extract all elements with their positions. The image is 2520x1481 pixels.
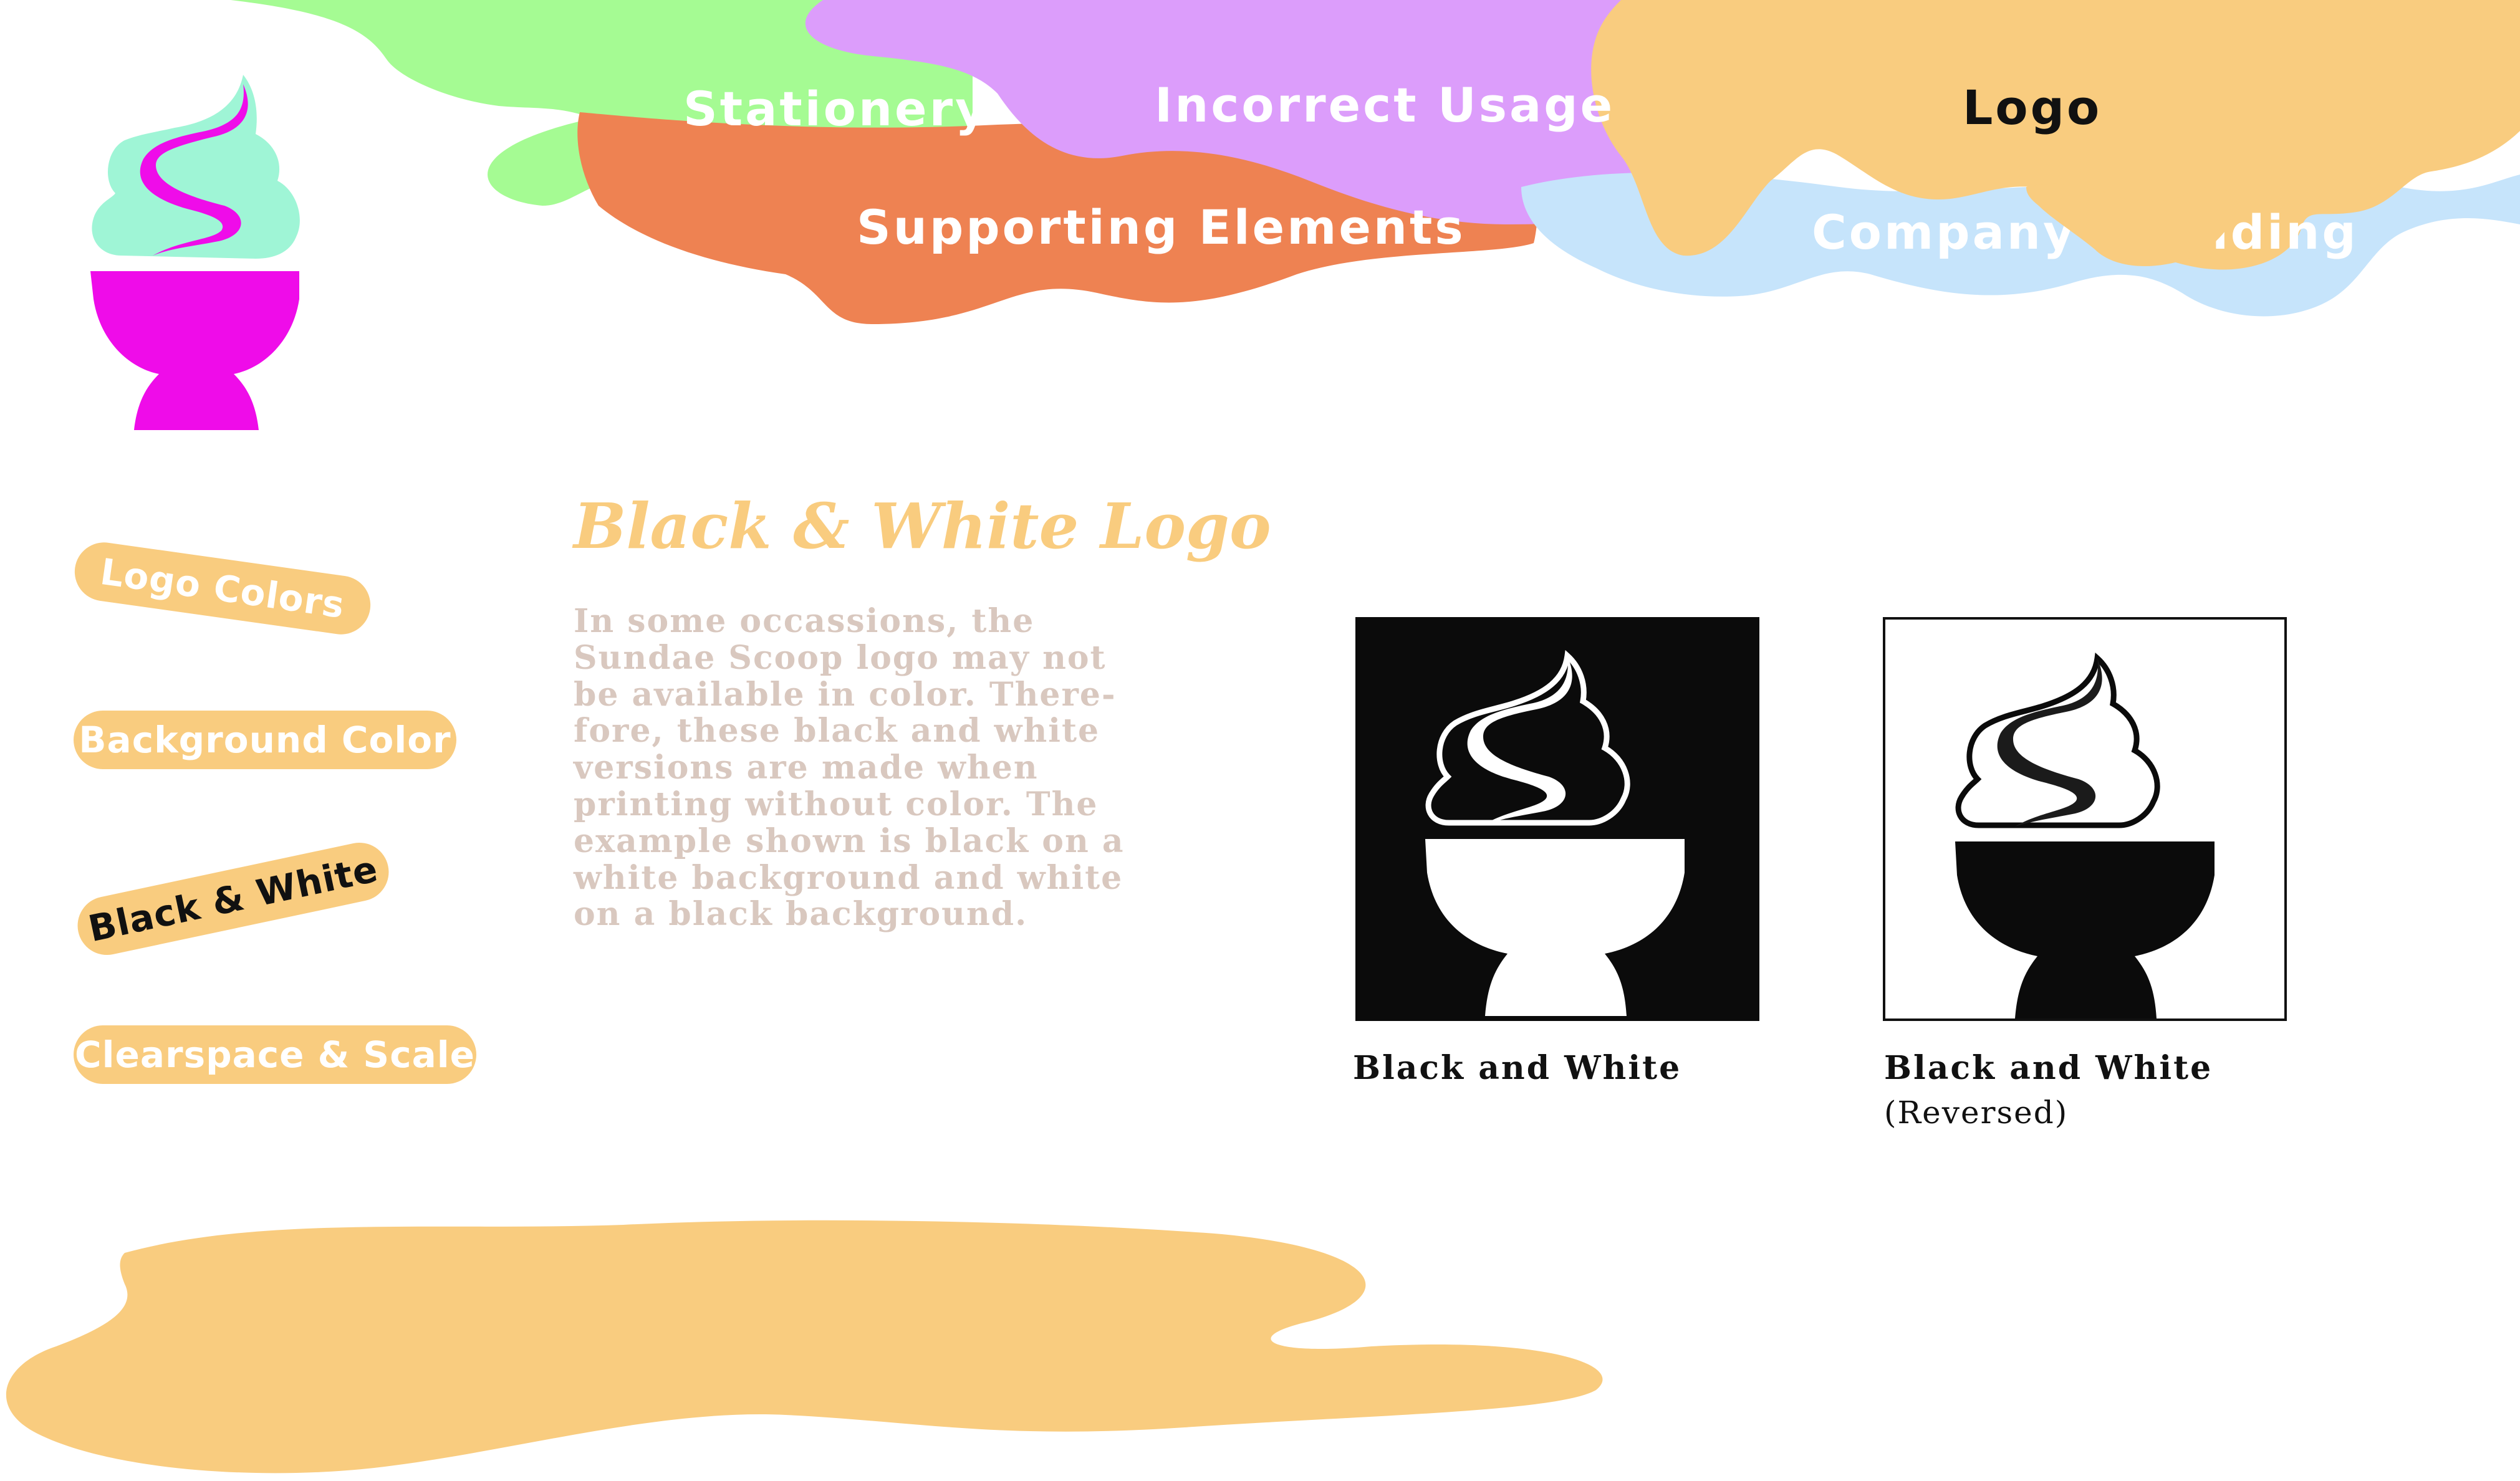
logo-drip-overlay	[2026, 183, 2238, 266]
side-nav-background-color-label: Background Color	[79, 719, 451, 761]
body-text-line: versions are made when	[574, 749, 1039, 787]
body-text-line: In some occassions, the	[574, 602, 1035, 640]
side-nav-clearspace-scale-label: Clearspace & Scale	[75, 1033, 475, 1076]
tab-logo[interactable]: Logo	[1963, 80, 2102, 135]
body-text: In some occassions, the Sundae Scoop log…	[574, 603, 1172, 933]
page-title: Black & White Logo	[574, 489, 1271, 563]
body-text-line: Sundae Scoop logo may not	[574, 638, 1107, 677]
bw-reversed-logo-swatch	[1883, 617, 2287, 1021]
sundae-cup-icon	[1425, 649, 1685, 1016]
caption-bw: Black and White	[1353, 1049, 1682, 1087]
body-text-line: fore, these black and white	[574, 712, 1100, 750]
tab-incorrect-usage[interactable]: Incorrect Usage	[1155, 77, 1615, 133]
sundae-cup-icon	[90, 75, 300, 430]
body-text-line: white background and white	[574, 858, 1123, 897]
side-nav-background-color[interactable]: Background Color	[74, 711, 456, 769]
caption-bw-reversed-sub: (Reversed)	[1884, 1095, 2069, 1131]
caption-bw-reversed: Black and White	[1884, 1049, 2213, 1087]
body-text-line: on a black background.	[574, 895, 1028, 934]
body-text-line: be available in color. There-	[574, 675, 1117, 714]
tab-stationery[interactable]: Stationery	[683, 81, 989, 137]
sundae-cup-icon	[1955, 652, 2215, 1018]
bw-logo-swatch	[1355, 617, 1759, 1021]
body-text-line: printing without color. The	[574, 785, 1099, 823]
side-nav-clearspace-scale[interactable]: Clearspace & Scale	[74, 1025, 476, 1084]
tab-supporting-elements[interactable]: Supporting Elements	[857, 199, 1466, 255]
body-text-line: example shown is black on a	[574, 822, 1125, 860]
bottom-puddle	[6, 1220, 1603, 1474]
